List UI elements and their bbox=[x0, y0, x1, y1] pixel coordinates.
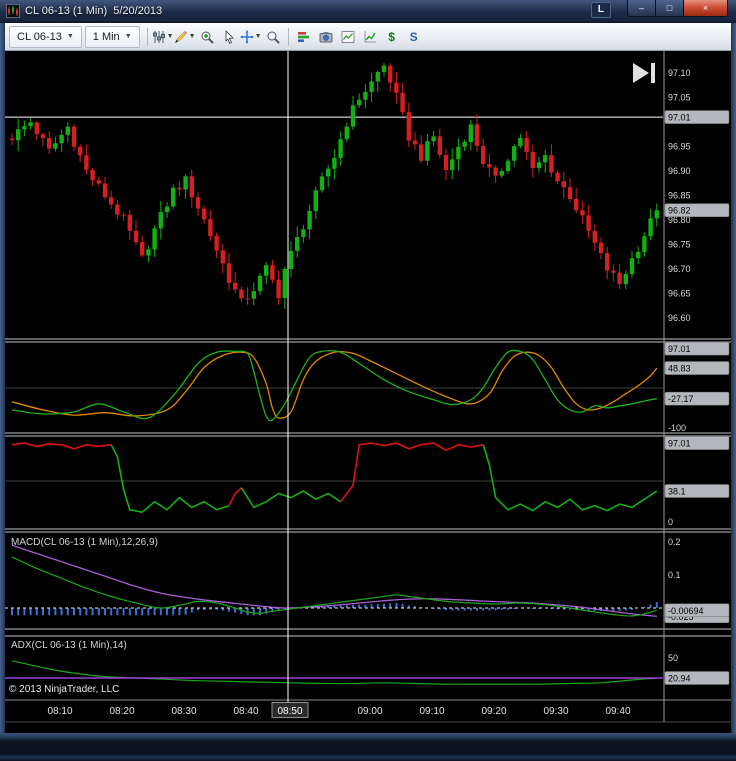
interval-selector[interactable]: 1 Min ▼ bbox=[84, 25, 140, 48]
axis-label: 96.75 bbox=[668, 240, 691, 250]
time-axis-label: 08:30 bbox=[171, 706, 196, 717]
svg-text:-27.17: -27.17 bbox=[668, 394, 694, 404]
data-box-button[interactable] bbox=[262, 26, 284, 48]
chart-style-icon bbox=[152, 30, 166, 44]
chart-window: CL 06-13 (1 Min) 5/20/2013 L – □ × CL 06… bbox=[0, 0, 736, 761]
instrument-label: CL 06-13 bbox=[17, 30, 62, 43]
axis-label: 96.60 bbox=[668, 313, 691, 323]
zoom-in-button[interactable] bbox=[196, 26, 218, 48]
chart-trader-icon bbox=[297, 30, 311, 44]
svg-text:08:50: 08:50 bbox=[277, 706, 302, 717]
indicators-icon bbox=[363, 30, 377, 44]
chevron-down-icon: ▼ bbox=[124, 33, 132, 40]
toolbar-separator bbox=[146, 27, 148, 46]
chart-style-button[interactable]: ▼ bbox=[152, 26, 174, 48]
indicators-button[interactable] bbox=[359, 26, 381, 48]
axis-label: -100 bbox=[668, 423, 686, 433]
svg-text:97.01: 97.01 bbox=[668, 113, 691, 123]
cursor-icon bbox=[222, 29, 236, 44]
maximize-button[interactable]: □ bbox=[656, 0, 683, 17]
svg-text:20.94: 20.94 bbox=[668, 673, 691, 683]
time-axis-label: 09:20 bbox=[481, 706, 506, 717]
dollar-icon: $ bbox=[388, 29, 395, 44]
time-axis-label: 09:30 bbox=[543, 706, 568, 717]
toolbar-separator bbox=[287, 27, 289, 46]
toolbar: CL 06-13 ▼ 1 Min ▼ ▼ ▼ ▼ $ S bbox=[5, 23, 731, 51]
time-axis-label: 09:00 bbox=[357, 706, 382, 717]
time-axis-label: 08:40 bbox=[233, 706, 258, 717]
chevron-down-icon: ▼ bbox=[66, 33, 74, 40]
magnifier-icon bbox=[266, 30, 280, 44]
cursor-button[interactable] bbox=[218, 26, 240, 48]
axis-label: 97.05 bbox=[668, 93, 691, 103]
axis-label: 96.85 bbox=[668, 191, 691, 201]
drawing-tools-button[interactable]: ▼ bbox=[174, 26, 196, 48]
window-border-right bbox=[731, 23, 736, 733]
instrument-selector[interactable]: CL 06-13 ▼ bbox=[9, 25, 82, 48]
crosshair-icon bbox=[239, 29, 254, 44]
svg-text:97.01: 97.01 bbox=[668, 344, 691, 354]
strategy-button[interactable]: S bbox=[403, 26, 425, 48]
snapshot-button[interactable] bbox=[315, 26, 337, 48]
chart-image-icon bbox=[341, 30, 355, 44]
zoom-in-icon bbox=[200, 30, 214, 44]
l-button[interactable]: L bbox=[590, 2, 611, 18]
axis-label: 97.10 bbox=[668, 68, 691, 78]
chart-image-button[interactable] bbox=[337, 26, 359, 48]
axis-label: 0.2 bbox=[668, 537, 681, 547]
interval-label: 1 Min bbox=[92, 30, 120, 43]
axis-label: 96.90 bbox=[668, 166, 691, 176]
crosshair-button[interactable]: ▼ bbox=[239, 26, 262, 48]
window-border-bottom bbox=[0, 733, 736, 761]
window-border-left bbox=[0, 23, 5, 733]
app-chart-icon bbox=[6, 4, 20, 18]
minimize-button[interactable]: – bbox=[627, 0, 656, 17]
window-controls: L – □ × bbox=[590, 0, 728, 18]
close-button[interactable]: × bbox=[683, 0, 728, 17]
svg-text:-0.00694: -0.00694 bbox=[668, 606, 704, 616]
axis-label: 0 bbox=[668, 517, 673, 527]
time-axis-label: 09:10 bbox=[419, 706, 444, 717]
svg-text:96.82: 96.82 bbox=[668, 206, 691, 216]
camera-icon bbox=[319, 30, 333, 44]
macd-indicator-label: MACD(CL 06-13 (1 Min),12,26,9) bbox=[11, 537, 158, 548]
svg-text:48.83: 48.83 bbox=[668, 364, 691, 374]
axis-label: 96.65 bbox=[668, 289, 691, 299]
account-button[interactable]: $ bbox=[381, 26, 403, 48]
time-axis-label: 08:20 bbox=[109, 706, 134, 717]
pencil-icon bbox=[174, 30, 188, 44]
strategy-s-icon: S bbox=[409, 29, 418, 44]
axis-label: 96.70 bbox=[668, 264, 691, 274]
chevron-down-icon: ▼ bbox=[166, 33, 174, 40]
axis-label: 50 bbox=[668, 653, 678, 663]
window-title: CL 06-13 (1 Min) 5/20/2013 bbox=[25, 5, 163, 17]
chart-trader-button[interactable] bbox=[293, 26, 315, 48]
title-bar[interactable]: CL 06-13 (1 Min) 5/20/2013 L – □ × bbox=[0, 0, 736, 23]
time-axis-label: 09:40 bbox=[605, 706, 630, 717]
chart-background[interactable] bbox=[5, 51, 731, 733]
chevron-down-icon: ▼ bbox=[254, 33, 262, 40]
axis-label: 96.95 bbox=[668, 142, 691, 152]
chevron-down-icon: ▼ bbox=[188, 33, 196, 40]
svg-text:97.01: 97.01 bbox=[668, 439, 691, 449]
svg-text:38.1: 38.1 bbox=[668, 487, 686, 497]
copyright-text: © 2013 NinjaTrader, LLC bbox=[9, 684, 120, 695]
axis-label: 0.1 bbox=[668, 570, 681, 580]
adx-indicator-label: ADX(CL 06-13 (1 Min),14) bbox=[11, 640, 127, 651]
time-axis-label: 08:10 bbox=[47, 706, 72, 717]
